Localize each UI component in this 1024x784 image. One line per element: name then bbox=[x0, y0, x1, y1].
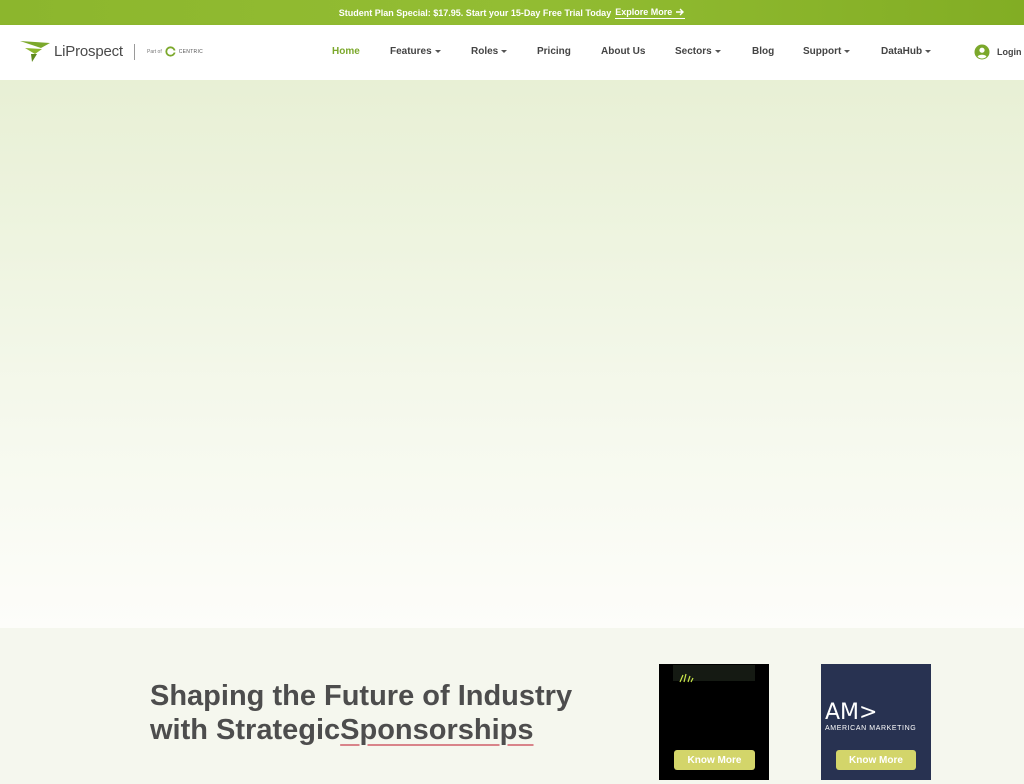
sponsor-card-2: AM> AMERICAN MARKETING Know More bbox=[821, 664, 931, 780]
nav-about-us[interactable]: About Us bbox=[601, 46, 645, 57]
promo-bar: Student Plan Special: $17.95. Start your… bbox=[0, 0, 1024, 25]
sponsorship-heading-line-1: Shaping the Future of Industry bbox=[150, 680, 573, 712]
nav-home[interactable]: Home bbox=[332, 46, 360, 57]
nav-blog-label: Blog bbox=[752, 46, 775, 57]
login-button[interactable]: Login bbox=[974, 44, 1022, 60]
nav-pricing[interactable]: Pricing bbox=[537, 46, 571, 57]
hero-section bbox=[0, 80, 1024, 628]
promo-text: Student Plan Special: $17.95. Start your… bbox=[338, 7, 612, 18]
know-more-button[interactable]: Know More bbox=[674, 750, 755, 770]
sponsorship-heading-line-2a: with Strategic bbox=[150, 714, 341, 746]
logo-divider bbox=[134, 44, 135, 60]
sponsorship-heading: Shaping the Future of Industry with Stra… bbox=[150, 679, 620, 747]
know-more-button[interactable]: Know More bbox=[836, 750, 916, 770]
part-of-label: Part of bbox=[147, 48, 162, 55]
ama-logo-icon: AM> bbox=[825, 700, 877, 722]
nav-support[interactable]: Support bbox=[803, 46, 851, 57]
nav-features[interactable]: Features bbox=[390, 46, 441, 57]
liprospect-mark-icon bbox=[20, 41, 50, 62]
main-header: LiProspect Part of CENTRIC Home Features… bbox=[0, 25, 1024, 80]
centric-logo-icon bbox=[165, 46, 176, 57]
nav-datahub[interactable]: DataHub bbox=[881, 46, 932, 57]
chevron-down-icon bbox=[714, 49, 721, 53]
sponsor-1-logo-icon bbox=[679, 673, 694, 683]
ama-name-label: AMERICAN MARKETING bbox=[825, 725, 917, 732]
liprospect-logo[interactable]: LiProspect bbox=[20, 40, 123, 62]
logo-text: LiProspect bbox=[54, 42, 123, 60]
part-of-centric: Part of CENTRIC bbox=[147, 46, 203, 57]
nav-sectors-label: Sectors bbox=[675, 46, 712, 57]
nav-features-label: Features bbox=[390, 46, 432, 57]
nav-roles-label: Roles bbox=[471, 46, 499, 57]
explore-more-label: Explore More bbox=[615, 6, 673, 17]
nav-datahub-label: DataHub bbox=[881, 46, 923, 57]
nav-blog[interactable]: Blog bbox=[752, 46, 774, 57]
nav-support-label: Support bbox=[803, 46, 842, 57]
svg-text:AM>: AM> bbox=[825, 700, 877, 722]
nav-about-us-label: About Us bbox=[601, 46, 646, 57]
explore-more-link[interactable]: Explore More bbox=[615, 6, 686, 19]
login-label: Login bbox=[997, 47, 1022, 57]
chevron-down-icon bbox=[434, 49, 441, 53]
user-circle-icon bbox=[974, 44, 990, 60]
sponsorship-heading-line-2: with StrategicSponsorships bbox=[150, 713, 620, 747]
centric-label: CENTRIC bbox=[178, 48, 204, 55]
chevron-down-icon bbox=[925, 49, 932, 53]
chevron-down-icon bbox=[844, 49, 851, 53]
sponsor-card-1: Know More bbox=[659, 664, 769, 780]
nav-pricing-label: Pricing bbox=[537, 46, 571, 57]
chevron-down-icon bbox=[501, 49, 508, 53]
nav-home-label: Home bbox=[332, 46, 360, 57]
sponsorship-highlight-word: Sponsorships bbox=[340, 714, 534, 746]
arrow-right-icon bbox=[676, 8, 685, 15]
nav-roles[interactable]: Roles bbox=[471, 46, 508, 57]
nav-sectors[interactable]: Sectors bbox=[675, 46, 721, 57]
